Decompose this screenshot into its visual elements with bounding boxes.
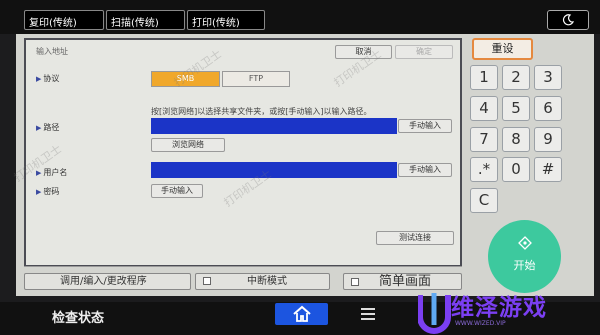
test-connection-button[interactable]: 测试连接 <box>376 231 454 245</box>
key-5[interactable]: 5 <box>502 96 530 121</box>
start-diamond-icon <box>517 236 532 250</box>
key-8[interactable]: 8 <box>502 127 530 152</box>
key-0[interactable]: 0 <box>502 157 530 182</box>
key-6[interactable]: 6 <box>534 96 562 121</box>
protocol-label: ▶ 协议 <box>36 74 60 83</box>
browse-network-button[interactable]: 浏览网络 <box>151 138 225 152</box>
path-manual-input-button[interactable]: 手动输入 <box>398 119 452 133</box>
key-4[interactable]: 4 <box>470 96 498 121</box>
dialog-title: 输入地址 <box>36 47 68 56</box>
key-1[interactable]: 1 <box>470 65 498 90</box>
key-hash[interactable]: # <box>534 157 562 182</box>
path-label: ▶ 路径 <box>36 123 60 132</box>
instruction-text: 按[浏览网络]以选择共享文件夹，或按[手动输入]以输入路径。 <box>151 107 372 116</box>
tab-scan[interactable]: 扫描(传统) <box>106 10 185 30</box>
key-3[interactable]: 3 <box>534 65 562 90</box>
username-manual-input-button[interactable]: 手动输入 <box>398 163 452 177</box>
program-button[interactable]: 调用/编入/更改程序 <box>24 273 191 290</box>
menu-button[interactable] <box>360 306 376 325</box>
key-clear[interactable]: C <box>470 188 498 213</box>
key-2[interactable]: 2 <box>502 65 530 90</box>
logo-url: WWW.WIZED.VIP <box>455 320 506 327</box>
checkbox-icon <box>351 278 359 286</box>
tab-copy[interactable]: 复印(传统) <box>24 10 104 30</box>
path-input[interactable] <box>151 118 397 134</box>
home-button[interactable] <box>275 303 328 325</box>
username-input[interactable] <box>151 162 397 178</box>
key-dot-star[interactable]: .* <box>470 157 498 182</box>
divider <box>24 266 462 267</box>
reset-button[interactable]: 重设 <box>472 38 533 60</box>
home-icon <box>292 305 311 322</box>
ok-button[interactable]: 确定 <box>395 45 453 59</box>
tab-print[interactable]: 打印(传统) <box>187 10 265 30</box>
interrupt-button[interactable]: 中断模式 <box>195 273 330 290</box>
key-9[interactable]: 9 <box>534 127 562 152</box>
password-label: ▶ 密码 <box>36 187 60 196</box>
menu-icon <box>361 308 375 320</box>
night-mode-button[interactable] <box>547 10 589 30</box>
start-button[interactable]: 开始 <box>488 220 561 293</box>
moon-icon <box>562 14 574 26</box>
logo-name: 维泽游戏 <box>451 295 547 321</box>
key-7[interactable]: 7 <box>470 127 498 152</box>
protocol-ftp-option[interactable]: FTP <box>222 71 290 87</box>
password-manual-input-button[interactable]: 手动输入 <box>151 184 203 198</box>
check-status-button[interactable]: 检查状态 <box>52 307 104 326</box>
checkbox-icon <box>203 277 211 285</box>
